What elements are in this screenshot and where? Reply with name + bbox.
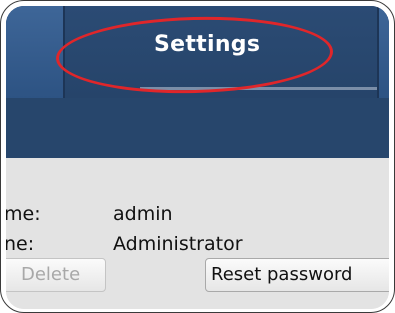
role-value: Administrator [113,233,243,255]
tab-previous[interactable] [6,6,65,98]
delete-button[interactable]: Delete [6,258,106,292]
app-window: Settings me: admin ne: Administrator Del… [6,6,389,309]
tab-bar: Settings [6,6,389,98]
tab-next[interactable] [377,6,389,98]
app-header: Settings [6,6,389,158]
reset-password-button[interactable]: Reset password [205,258,389,292]
role-label: ne: [6,233,35,255]
username-value: admin [113,203,173,225]
username-label: me: [6,203,41,225]
account-details-panel: me: admin ne: Administrator Delete Reset… [6,158,389,309]
screenshot-frame: Settings me: admin ne: Administrator Del… [0,0,395,313]
